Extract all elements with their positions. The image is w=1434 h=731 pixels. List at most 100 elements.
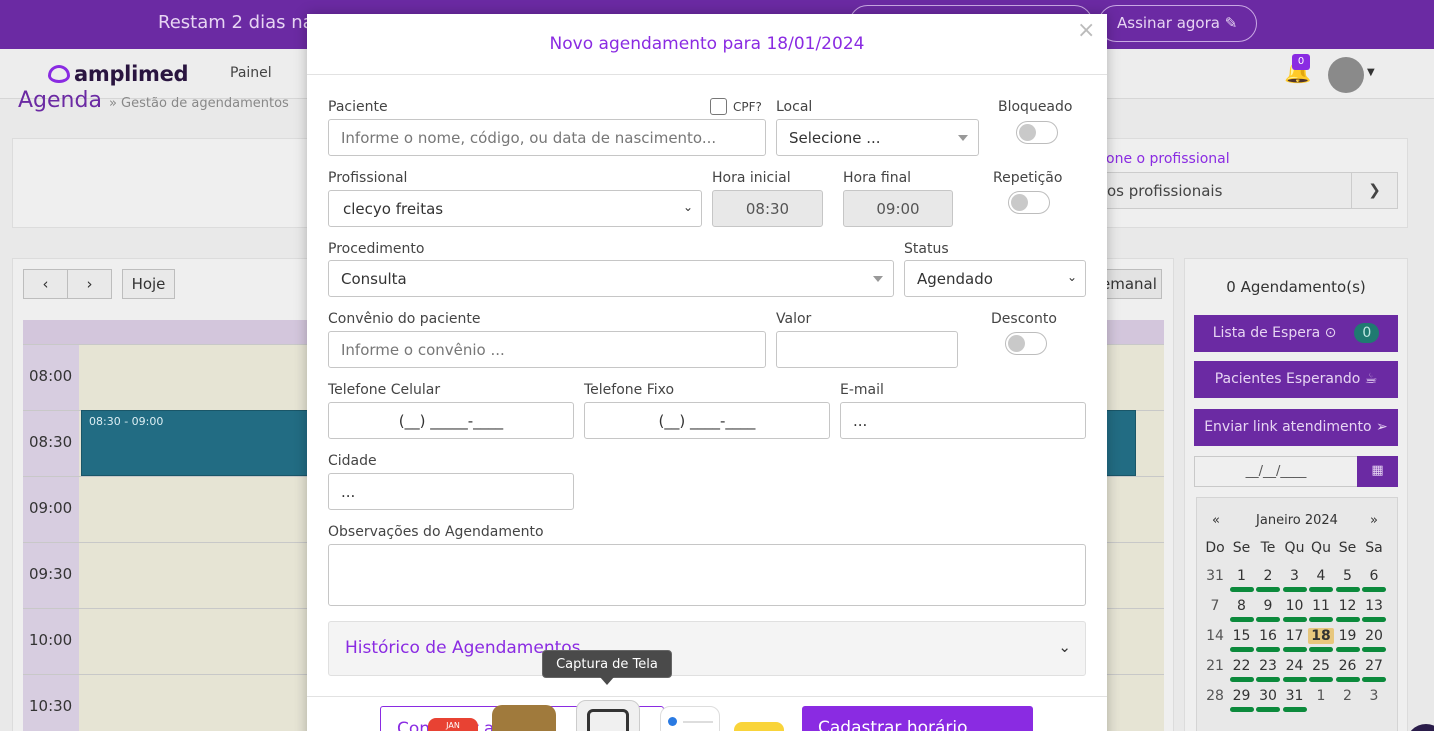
- calendar-day[interactable]: 31: [1202, 568, 1228, 584]
- prev-button[interactable]: ‹: [23, 269, 68, 299]
- calendar-day[interactable]: 1: [1308, 688, 1334, 704]
- calendar-day[interactable]: 9: [1255, 598, 1281, 622]
- calendar-check-icon[interactable]: ▦: [1357, 456, 1398, 487]
- start-time-input[interactable]: 08:30: [712, 190, 823, 227]
- calendar-day[interactable]: 2: [1335, 688, 1361, 704]
- calendar-day[interactable]: 17: [1282, 628, 1308, 652]
- value-label: Valor: [776, 311, 812, 327]
- calendar-day[interactable]: 1: [1229, 568, 1255, 592]
- close-icon[interactable]: ×: [1077, 18, 1095, 43]
- send-link-button[interactable]: Enviar link atendimento ➢: [1194, 409, 1398, 446]
- calendar-day[interactable]: 26: [1335, 658, 1361, 682]
- weekday-label: Do: [1205, 540, 1225, 556]
- chevron-down-icon[interactable]: ⌄: [1058, 638, 1071, 656]
- calendar-day[interactable]: 20: [1361, 628, 1387, 652]
- calendar-day[interactable]: 14: [1202, 628, 1228, 644]
- modal-header: Novo agendamento para 18/01/2024 ×: [307, 14, 1107, 75]
- status-select[interactable]: Agendado ⌄: [904, 260, 1086, 297]
- mini-calendar-week: 28 29 30 31 1 2 3: [1202, 688, 1394, 714]
- professional-value: clecyo freitas: [343, 200, 444, 218]
- calendar-day[interactable]: 29: [1229, 688, 1255, 712]
- calendar-day[interactable]: 25: [1308, 658, 1334, 682]
- notes-app-icon[interactable]: [734, 722, 784, 731]
- email-input[interactable]: ...: [840, 402, 1086, 439]
- calendar-day[interactable]: 24: [1282, 658, 1308, 682]
- patient-input[interactable]: [328, 119, 766, 156]
- time-label: 10:00: [29, 631, 73, 649]
- calendar-day[interactable]: 12: [1335, 598, 1361, 622]
- modal-title: Novo agendamento para 18/01/2024: [549, 34, 865, 54]
- history-accordion[interactable]: Histórico de Agendamentos ⌄: [328, 621, 1086, 676]
- calendar-day[interactable]: 19: [1335, 628, 1361, 652]
- calendar-day[interactable]: 21: [1202, 658, 1228, 674]
- insurance-label: Convênio do paciente: [328, 311, 481, 327]
- chevron-down-icon[interactable]: ❯: [1351, 173, 1397, 208]
- calendar-day[interactable]: 3: [1282, 568, 1308, 592]
- page-title: Agenda » Gestão de agendamentos: [18, 88, 289, 113]
- mini-calendar-weekdays: Do Se Te Qu Qu Se Sa: [1202, 540, 1394, 566]
- mini-calendar-next[interactable]: »: [1370, 513, 1378, 528]
- calendar-day[interactable]: 4: [1308, 568, 1334, 592]
- screenshot-app-icon[interactable]: [576, 700, 640, 731]
- calendar-day[interactable]: 11: [1308, 598, 1334, 622]
- next-button[interactable]: ›: [67, 269, 112, 299]
- insurance-input[interactable]: [328, 331, 766, 368]
- calendar-day[interactable]: 15: [1229, 628, 1255, 652]
- waiting-patients-button[interactable]: Pacientes Esperando ☕: [1194, 361, 1398, 398]
- wait-list-button[interactable]: Lista de Espera ⊙ 0: [1194, 315, 1398, 352]
- slider-line: [683, 721, 713, 723]
- app-icon[interactable]: [492, 705, 556, 731]
- calendar-day[interactable]: 7: [1202, 598, 1228, 614]
- availability-bar: [1309, 677, 1333, 682]
- availability-bar: [1229, 677, 1254, 682]
- repeat-toggle[interactable]: [1008, 191, 1050, 214]
- calendar-day[interactable]: 23: [1255, 658, 1281, 682]
- notes-textarea[interactable]: [328, 544, 1086, 606]
- calendar-day[interactable]: 6: [1361, 568, 1387, 592]
- professional-filter-select[interactable]: os profissionais ❯: [1106, 172, 1398, 209]
- end-time-input[interactable]: 09:00: [843, 190, 953, 227]
- calendar-day[interactable]: 18: [1308, 628, 1334, 652]
- calendar-day[interactable]: 28: [1202, 688, 1228, 704]
- calendar-day[interactable]: 27: [1361, 658, 1387, 682]
- radio-dot: [668, 717, 677, 726]
- blocked-toggle[interactable]: [1016, 121, 1058, 144]
- calendar-day[interactable]: 22: [1229, 658, 1255, 682]
- calendar-day[interactable]: 3: [1361, 688, 1387, 704]
- calendar-day[interactable]: 31: [1282, 688, 1308, 712]
- calendar-day[interactable]: 8: [1229, 598, 1255, 622]
- time-label: 08:00: [29, 367, 73, 385]
- caret-down-icon[interactable]: ▼: [1367, 67, 1375, 78]
- procedure-select[interactable]: Consulta: [328, 260, 894, 297]
- logo[interactable]: amplimed: [48, 62, 189, 86]
- availability-bar: [1335, 677, 1360, 682]
- register-time-button[interactable]: Cadastrar horário: [802, 706, 1033, 731]
- calendar-day[interactable]: 30: [1255, 688, 1281, 712]
- calendar-day[interactable]: 2: [1255, 568, 1281, 592]
- calendar-app-icon[interactable]: JAN: [428, 718, 478, 731]
- date-input[interactable]: __/__/____: [1194, 456, 1358, 487]
- nav-painel[interactable]: Painel: [230, 65, 272, 81]
- subscribe-button[interactable]: Assinar agora ✎: [1098, 5, 1257, 42]
- calendar-day[interactable]: 16: [1255, 628, 1281, 652]
- screenshot-tooltip: Captura de Tela: [542, 650, 672, 678]
- city-input[interactable]: ...: [328, 473, 574, 510]
- mobile-phone-input[interactable]: (__) _____-____: [328, 402, 574, 439]
- landline-phone-input[interactable]: (__) ____-____: [584, 402, 830, 439]
- calendar-day[interactable]: 10: [1282, 598, 1308, 622]
- discount-toggle[interactable]: [1005, 332, 1047, 355]
- availability-bar: [1229, 647, 1254, 652]
- value-input[interactable]: [776, 331, 958, 368]
- appointments-count: 0 Agendamento(s): [1226, 278, 1366, 296]
- camera-icon: [587, 709, 629, 731]
- local-select[interactable]: Selecione ...: [776, 119, 979, 156]
- cpf-checkbox[interactable]: [710, 98, 727, 115]
- professional-select[interactable]: clecyo freitas ⌄: [328, 190, 702, 227]
- calendar-day[interactable]: 5: [1335, 568, 1361, 592]
- mini-calendar-title: Janeiro 2024: [1256, 513, 1338, 528]
- availability-bar: [1256, 587, 1280, 592]
- settings-app-icon[interactable]: [660, 706, 720, 731]
- today-button[interactable]: Hoje: [122, 269, 175, 299]
- avatar[interactable]: [1328, 57, 1364, 93]
- calendar-day[interactable]: 13: [1361, 598, 1387, 622]
